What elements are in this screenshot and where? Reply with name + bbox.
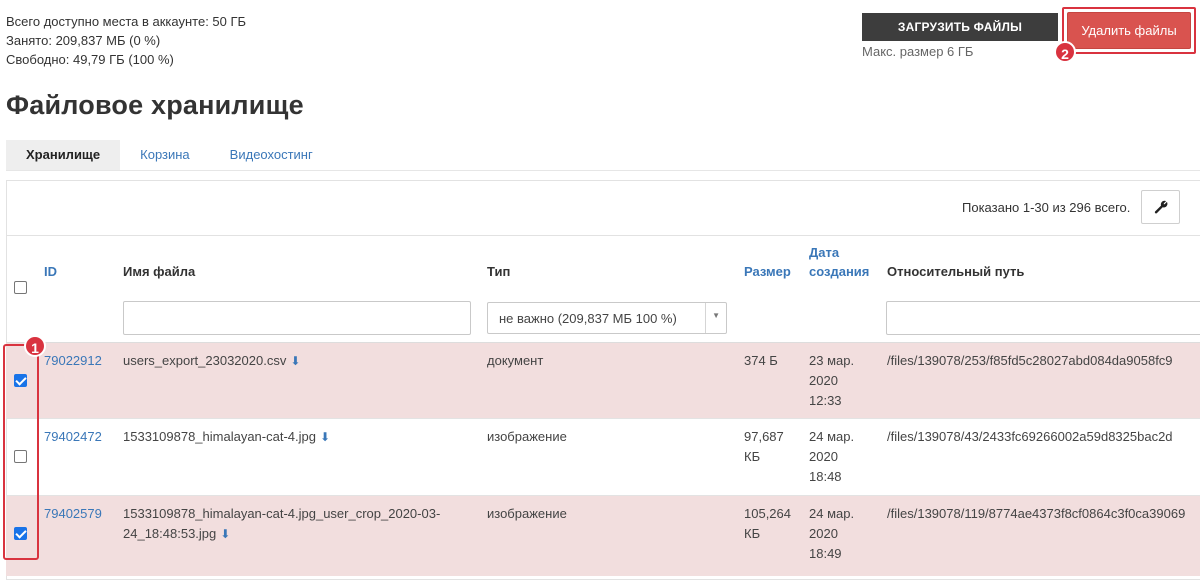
filter-type-select[interactable]: не важно (209,837 МБ 100 %) ▼ xyxy=(487,302,727,334)
wrench-icon xyxy=(1142,199,1179,215)
filter-type-value: не важно (209,837 МБ 100 %) xyxy=(499,311,677,326)
file-created-date: 23 мар. xyxy=(809,353,855,368)
file-created-date: 24 мар. xyxy=(809,429,855,444)
column-header-path: Относительный путь xyxy=(887,264,1025,279)
upload-size-hint: Макс. размер 6 ГБ xyxy=(862,44,974,59)
column-header-created-line1: Дата xyxy=(809,245,840,260)
column-header-size[interactable]: Размер xyxy=(744,264,791,279)
file-size: 374 Б xyxy=(744,353,778,368)
panel-divider xyxy=(6,235,1200,236)
file-name: users_export_23032020.csv ⬇ xyxy=(123,351,300,371)
download-icon[interactable]: ⬇ xyxy=(290,354,300,368)
file-name: 1533109878_himalayan-cat-4.jpg_user_crop… xyxy=(123,504,440,544)
column-header-created-line2: создания xyxy=(809,264,870,279)
filter-name-input[interactable] xyxy=(123,301,471,335)
step-badge-2: 2 xyxy=(1054,41,1076,63)
tab-trash[interactable]: Корзина xyxy=(120,140,210,170)
file-name-text: 1533109878_himalayan-cat-4.jpg_user_crop… xyxy=(123,506,441,521)
select-all-checkbox[interactable] xyxy=(14,281,27,294)
file-size-unit: КБ xyxy=(744,526,761,541)
file-created: 24 мар. 2020 18:48 xyxy=(809,427,854,487)
file-id-link[interactable]: 79022912 xyxy=(44,351,102,371)
file-name-text: 1533109878_himalayan-cat-4.jpg xyxy=(123,429,316,444)
file-id-link[interactable]: 79402472 xyxy=(44,427,102,447)
table-row[interactable]: 79402579 1533109878_himalayan-cat-4.jpg_… xyxy=(6,496,1200,576)
tabs-divider xyxy=(6,170,1200,171)
delete-files-button[interactable]: Удалить файлы xyxy=(1067,12,1191,49)
filter-path-input[interactable] xyxy=(886,301,1200,335)
file-created-year: 2020 xyxy=(809,449,838,464)
file-path: /files/139078/253/f85fd5c28027abd084da90… xyxy=(887,353,1173,368)
column-header-created[interactable]: Дата создания xyxy=(809,243,869,281)
file-name: 1533109878_himalayan-cat-4.jpg ⬇ xyxy=(123,427,330,447)
tab-bar: Хранилище Корзина Видеохостинг xyxy=(6,140,333,170)
file-name-text-cont: 24_18:48:53.jpg xyxy=(123,526,217,541)
upload-files-button[interactable]: ЗАГРУЗИТЬ ФАЙЛЫ xyxy=(862,13,1058,41)
file-type: изображение xyxy=(487,429,567,444)
account-total: Всего доступно места в аккаунте: 50 ГБ xyxy=(6,14,247,29)
file-size-unit: КБ xyxy=(744,449,761,464)
column-header-type: Тип xyxy=(487,264,511,279)
select-divider xyxy=(705,303,706,333)
file-created-year: 2020 xyxy=(809,373,838,388)
file-created: 23 мар. 2020 12:33 xyxy=(809,351,854,411)
page-title: Файловое хранилище xyxy=(6,90,304,120)
chevron-down-icon: ▼ xyxy=(712,311,720,320)
file-size: 105,264 КБ xyxy=(744,504,791,544)
file-name-text: users_export_23032020.csv xyxy=(123,353,287,368)
file-size-value: 97,687 xyxy=(744,429,784,444)
step-badge-1: 1 xyxy=(24,335,46,357)
file-created-date: 24 мар. xyxy=(809,506,855,521)
account-free: Свободно: 49,79 ГБ (100 %) xyxy=(6,52,174,67)
file-size-value: 105,264 xyxy=(744,506,791,521)
file-created-time: 18:49 xyxy=(809,546,842,561)
column-header-name: Имя файла xyxy=(123,264,196,279)
file-type: изображение xyxy=(487,506,567,521)
table-row[interactable]: 79402472 1533109878_himalayan-cat-4.jpg ⬇… xyxy=(6,419,1200,496)
table-row[interactable]: 79022912 users_export_23032020.csv ⬇ доку… xyxy=(6,343,1200,419)
table-settings-button[interactable] xyxy=(1141,190,1180,224)
pagination-summary: Показано 1-30 из 296 всего. xyxy=(962,200,1131,215)
download-icon[interactable]: ⬇ xyxy=(220,527,230,541)
download-icon[interactable]: ⬇ xyxy=(320,430,330,444)
tab-storage[interactable]: Хранилище xyxy=(6,140,121,170)
column-header-id[interactable]: ID xyxy=(44,264,57,279)
tab-video-hosting[interactable]: Видеохостинг xyxy=(210,140,333,170)
account-used: Занято: 209,837 МБ (0 %) xyxy=(6,33,161,48)
checkbox-highlight-frame xyxy=(3,344,39,560)
file-size: 97,687 КБ xyxy=(744,427,784,467)
file-id-link[interactable]: 79402579 xyxy=(44,504,102,524)
file-created-year: 2020 xyxy=(809,526,838,541)
file-created-time: 12:33 xyxy=(809,393,842,408)
file-path: /files/139078/119/8774ae4373f8cf0864c3f0… xyxy=(887,506,1186,521)
file-type: документ xyxy=(487,353,544,368)
account-usage: Всего доступно места в аккаунте: 50 ГБ З… xyxy=(6,12,246,69)
file-created-time: 18:48 xyxy=(809,469,842,484)
file-created: 24 мар. 2020 18:49 xyxy=(809,504,854,564)
file-path: /files/139078/43/2433fc69266002a59d8325b… xyxy=(887,429,1173,444)
